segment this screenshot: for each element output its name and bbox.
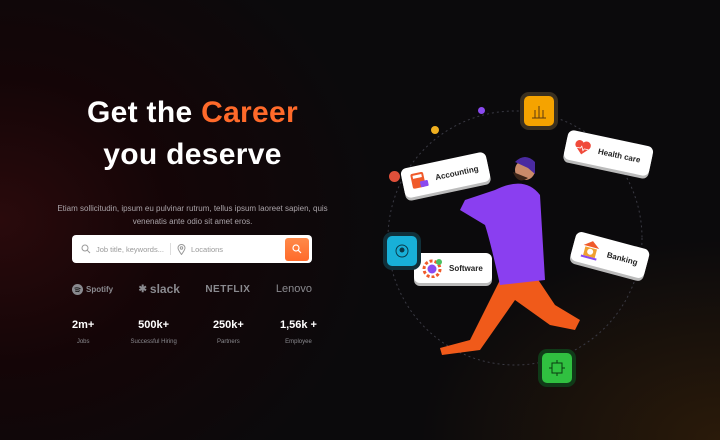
decor-dot-yellow bbox=[431, 126, 439, 134]
spotify-icon bbox=[72, 283, 83, 295]
bank-icon bbox=[580, 241, 600, 261]
location-pin-icon bbox=[177, 243, 186, 255]
job-field[interactable]: Job title, keywords... bbox=[81, 244, 164, 254]
heart-icon bbox=[575, 140, 591, 155]
location-field[interactable]: Locations bbox=[177, 243, 223, 255]
hero-title-line2: you deserve bbox=[103, 138, 282, 171]
location-input[interactable]: Locations bbox=[191, 245, 223, 254]
search-bar: Job title, keywords... Locations bbox=[72, 235, 312, 263]
circuit-icon bbox=[549, 360, 565, 376]
title-accent: Career bbox=[201, 96, 298, 129]
hero-description: Etiam sollicitudin, ipsum eu pulvinar ru… bbox=[57, 204, 328, 226]
headset-icon bbox=[395, 244, 409, 258]
category-software[interactable]: Software bbox=[414, 253, 492, 283]
stat-partners: 250k+ Partners bbox=[212, 319, 244, 345]
divider bbox=[169, 243, 171, 255]
search-button[interactable] bbox=[285, 237, 309, 261]
logo-spotify: Spotify bbox=[72, 283, 113, 295]
partner-logos: Spotify ✱ slack NETFLIX Lenovo bbox=[72, 282, 312, 296]
search-icon bbox=[292, 244, 302, 254]
gear-code-icon bbox=[422, 259, 442, 278]
hero-title: Get the Career bbox=[87, 96, 298, 129]
logo-netflix: NETFLIX bbox=[205, 283, 251, 295]
logo-slack: ✱ slack bbox=[138, 282, 180, 296]
decor-dot-purple bbox=[478, 107, 485, 114]
tech-tile bbox=[542, 353, 572, 383]
support-tile bbox=[387, 236, 417, 266]
stats: 2m+ Jobs 500k+ Successful Hiring 250k+ Part… bbox=[72, 319, 317, 345]
search-icon bbox=[81, 244, 91, 254]
job-input[interactable]: Job title, keywords... bbox=[96, 245, 164, 254]
logo-lenovo: Lenovo bbox=[275, 283, 312, 295]
agriculture-tile bbox=[524, 96, 554, 126]
stat-hiring: 500k+ Successful Hiring bbox=[130, 319, 177, 345]
decor-dot-red bbox=[389, 171, 400, 182]
plant-icon bbox=[532, 106, 546, 119]
calculator-icon bbox=[410, 172, 429, 189]
hero: Get the Career you deserve Etiam sollici… bbox=[40, 92, 345, 228]
stat-employee: 1,56k + Employee bbox=[279, 319, 317, 345]
stat-jobs: 2m+ Jobs bbox=[72, 319, 95, 345]
